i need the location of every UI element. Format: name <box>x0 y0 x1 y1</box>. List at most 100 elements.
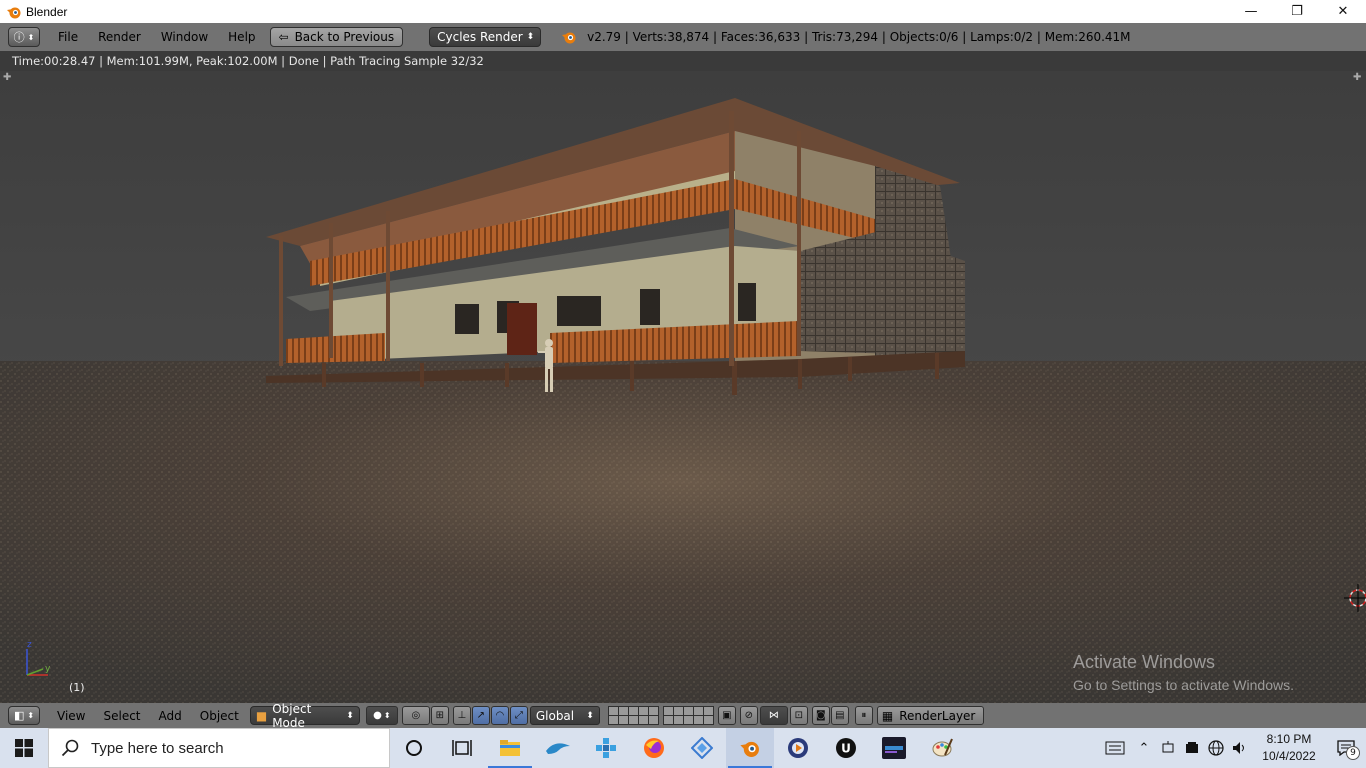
mode-dropdown[interactable]: ■ Object Mode ⬍ <box>249 702 360 730</box>
taskbar-paint-app[interactable] <box>918 728 966 768</box>
shading-sphere-icon: ● <box>373 710 382 721</box>
render-layer-selector[interactable]: ▦ RenderLayer <box>876 706 985 725</box>
updown-icon: ⬍ <box>586 710 594 721</box>
layers-grid-1[interactable] <box>607 706 659 725</box>
close-button[interactable]: ✕ <box>1320 0 1366 23</box>
3d-viewport[interactable]: z y ✚ ✚ (1) Activate Windows Go to Setti… <box>0 71 1366 703</box>
taskbar-network-app[interactable] <box>582 728 630 768</box>
lock-camera-button[interactable]: ▣ <box>717 706 736 725</box>
taskbar-app-diamond[interactable] <box>678 728 726 768</box>
manipulator-icon: ⊞ <box>435 710 445 721</box>
rotate-icon: ◠ <box>495 710 505 721</box>
pivot-point-dropdown[interactable]: ◎ <box>401 706 430 725</box>
arrow-icon: ↗ <box>476 710 486 721</box>
layers-grid-2[interactable] <box>662 706 714 725</box>
app-icon <box>691 737 713 759</box>
scale-manipulator-button[interactable]: ⤢ <box>509 706 528 725</box>
pause-render-button[interactable]: ⏸ <box>854 706 873 725</box>
editor-type-selector[interactable]: ⓘ ⬍ <box>8 27 40 47</box>
manipulator-toggle[interactable]: ⊞ <box>430 706 449 725</box>
axis-z-label: z <box>27 640 32 650</box>
menu-select[interactable]: Select <box>94 709 149 723</box>
menu-add[interactable]: Add <box>150 709 191 723</box>
taskbar-media-app[interactable] <box>774 728 822 768</box>
show-hidden-icons-chevron-icon[interactable]: ⌃ <box>1132 728 1156 768</box>
action-center-button[interactable]: 9 <box>1326 728 1366 768</box>
opengl-render-image-button[interactable]: ◙ <box>811 706 830 725</box>
updown-icon: ⬍ <box>526 32 535 42</box>
viewport-shading-dropdown[interactable]: ● ⬍ <box>365 706 398 725</box>
editor-type-selector-3d[interactable]: ◧ ⬍ <box>8 706 40 725</box>
device-icon[interactable] <box>1156 728 1180 768</box>
render-engine-dropdown[interactable]: Cycles Render ⬍ <box>429 27 542 47</box>
translate-manipulator-button[interactable]: ⊥ <box>452 706 471 725</box>
axes-icon: ⊥ <box>457 710 467 721</box>
opengl-render-animation-button[interactable]: ▤ <box>830 706 849 725</box>
activate-windows-subtitle: Go to Settings to activate Windows. <box>1073 677 1294 693</box>
clapperboard-icon: ▤ <box>835 710 845 721</box>
camera-icon: ◙ <box>815 710 826 721</box>
start-button[interactable] <box>0 728 48 768</box>
minimize-button[interactable]: — <box>1228 0 1274 23</box>
cortana-button[interactable] <box>390 728 438 768</box>
media-app-icon <box>788 738 808 758</box>
file-explorer-icon <box>500 740 520 756</box>
lock-icon: ▣ <box>722 710 732 721</box>
render-layer-label: RenderLayer <box>899 708 976 723</box>
render-layer-icon: ▦ <box>881 708 894 723</box>
blender-logo-icon <box>7 7 21 18</box>
battery-icon[interactable] <box>1180 728 1204 768</box>
network-globe-icon[interactable] <box>1204 728 1228 768</box>
task-view-icon <box>452 740 472 756</box>
blender-icon <box>740 741 759 757</box>
cube-view-icon: ◧ <box>13 709 25 722</box>
render-engine-label: Cycles Render <box>437 30 523 44</box>
updown-icon: ⬍ <box>27 32 35 42</box>
screen: Blender — ❐ ✕ ⓘ ⬍ File Render Window Help… <box>0 0 1366 768</box>
menu-help[interactable]: Help <box>218 30 265 44</box>
menu-object[interactable]: Object <box>191 709 248 723</box>
taskbar-search-box[interactable]: Type here to search <box>48 728 390 768</box>
snap-icon: ⋈ <box>768 710 779 721</box>
taskbar-dolphin-app[interactable] <box>534 728 582 768</box>
window-titlebar: Blender — ❐ ✕ <box>0 0 1366 23</box>
proportional-icon: ⊘ <box>744 710 754 721</box>
taskbar-unreal-engine[interactable]: U <box>822 728 870 768</box>
snap-target-button[interactable]: ⊡ <box>789 706 808 725</box>
menu-render[interactable]: Render <box>88 30 151 44</box>
area-split-corner-right[interactable]: ✚ <box>1353 72 1361 83</box>
orientation-label: Global <box>535 708 575 723</box>
dolphin-icon <box>546 743 570 754</box>
area-split-corner-left[interactable]: ✚ <box>3 72 11 83</box>
taskbar-file-explorer[interactable] <box>486 728 534 768</box>
unreal-engine-icon: U <box>836 738 856 758</box>
blender-logo-icon <box>562 32 576 44</box>
pause-icon: ⏸ <box>861 710 867 721</box>
snap-element-dropdown[interactable]: ⋈ <box>759 706 788 725</box>
maximize-button[interactable]: ❐ <box>1274 0 1320 23</box>
back-to-previous-button[interactable]: ⇦ Back to Previous <box>269 27 404 47</box>
move-manipulator-button[interactable]: ↗ <box>471 706 490 725</box>
volume-icon[interactable] <box>1228 728 1252 768</box>
clock-time: 8:10 PM <box>1266 732 1312 746</box>
taskbar-clock[interactable]: 8:10 PM 10/4/2022 <box>1252 731 1326 765</box>
keyboard-layout-icon[interactable] <box>1098 728 1132 768</box>
clock-date: 10/4/2022 <box>1262 749 1316 763</box>
task-view-button[interactable] <box>438 728 486 768</box>
menu-view[interactable]: View <box>48 709 94 723</box>
window-title: Blender <box>26 4 68 19</box>
cortana-icon <box>406 740 422 756</box>
updown-icon: ⬍ <box>383 711 391 720</box>
menu-file[interactable]: File <box>48 30 88 44</box>
transform-orientation-dropdown[interactable]: Global ⬍ <box>529 706 600 725</box>
menu-window[interactable]: Window <box>151 30 218 44</box>
taskbar-epic-games[interactable] <box>870 728 918 768</box>
updown-icon: ⬍ <box>27 711 35 720</box>
axis-y-label: y <box>45 664 51 674</box>
taskbar-firefox[interactable] <box>630 728 678 768</box>
scene-stats: v2.79 | Verts:38,874 | Faces:36,633 | Tr… <box>587 30 1131 44</box>
rotate-manipulator-button[interactable]: ◠ <box>490 706 509 725</box>
taskbar-blender[interactable] <box>726 728 774 768</box>
snap-target-icon: ⊡ <box>794 710 804 721</box>
proportional-editing-button[interactable]: ⊘ <box>739 706 758 725</box>
